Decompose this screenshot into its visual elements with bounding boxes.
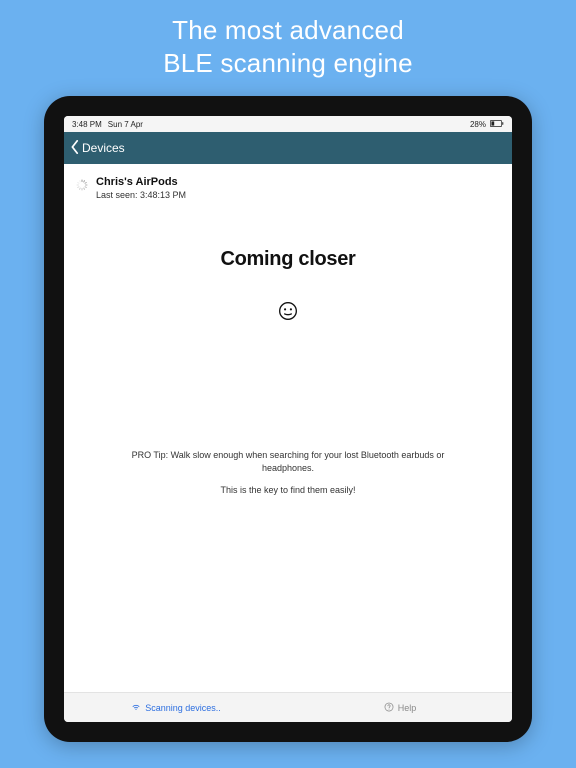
- back-label: Devices: [82, 141, 125, 155]
- device-info: Chris's AirPods Last seen: 3:48:13 PM: [96, 176, 186, 200]
- status-date: Sun 7 Apr: [108, 120, 143, 129]
- wifi-scan-icon: [131, 702, 141, 714]
- tablet-frame: 3:48 PM Sun 7 Apr 28% Devices: [44, 96, 532, 742]
- status-time: 3:48 PM: [72, 120, 102, 129]
- neutral-face-icon: [64, 301, 512, 321]
- status-bar: 3:48 PM Sun 7 Apr 28%: [64, 116, 512, 132]
- help-icon: [384, 702, 394, 714]
- tip-line-2: This is the key to find them easily!: [120, 484, 456, 497]
- promo-headline: The most advanced BLE scanning engine: [0, 0, 576, 79]
- device-row[interactable]: Chris's AirPods Last seen: 3:48:13 PM: [64, 164, 512, 208]
- chevron-left-icon: [70, 140, 80, 157]
- help-button[interactable]: Help: [288, 702, 512, 714]
- tip-line-1: PRO Tip: Walk slow enough when searching…: [120, 449, 456, 474]
- promo-line-2: BLE scanning engine: [0, 47, 576, 80]
- content: Chris's AirPods Last seen: 3:48:13 PM Co…: [64, 164, 512, 692]
- status-right: 28%: [466, 120, 504, 129]
- spinner-icon: [76, 178, 88, 190]
- nav-bar: Devices: [64, 132, 512, 164]
- scan-label: Scanning devices..: [145, 703, 221, 713]
- status-left: 3:48 PM Sun 7 Apr: [72, 120, 143, 129]
- back-button[interactable]: Devices: [70, 140, 125, 157]
- proximity-status: Coming closer: [64, 248, 512, 271]
- scan-button[interactable]: Scanning devices..: [64, 702, 288, 714]
- status-battery: 28%: [470, 120, 486, 129]
- tip-block: PRO Tip: Walk slow enough when searching…: [64, 449, 512, 497]
- device-name: Chris's AirPods: [96, 176, 186, 188]
- toolbar: Scanning devices.. Help: [64, 692, 512, 722]
- promo-line-1: The most advanced: [0, 14, 576, 47]
- screen: 3:48 PM Sun 7 Apr 28% Devices: [64, 116, 512, 722]
- help-label: Help: [398, 703, 417, 713]
- device-last-seen: Last seen: 3:48:13 PM: [96, 190, 186, 200]
- battery-icon: [490, 120, 504, 129]
